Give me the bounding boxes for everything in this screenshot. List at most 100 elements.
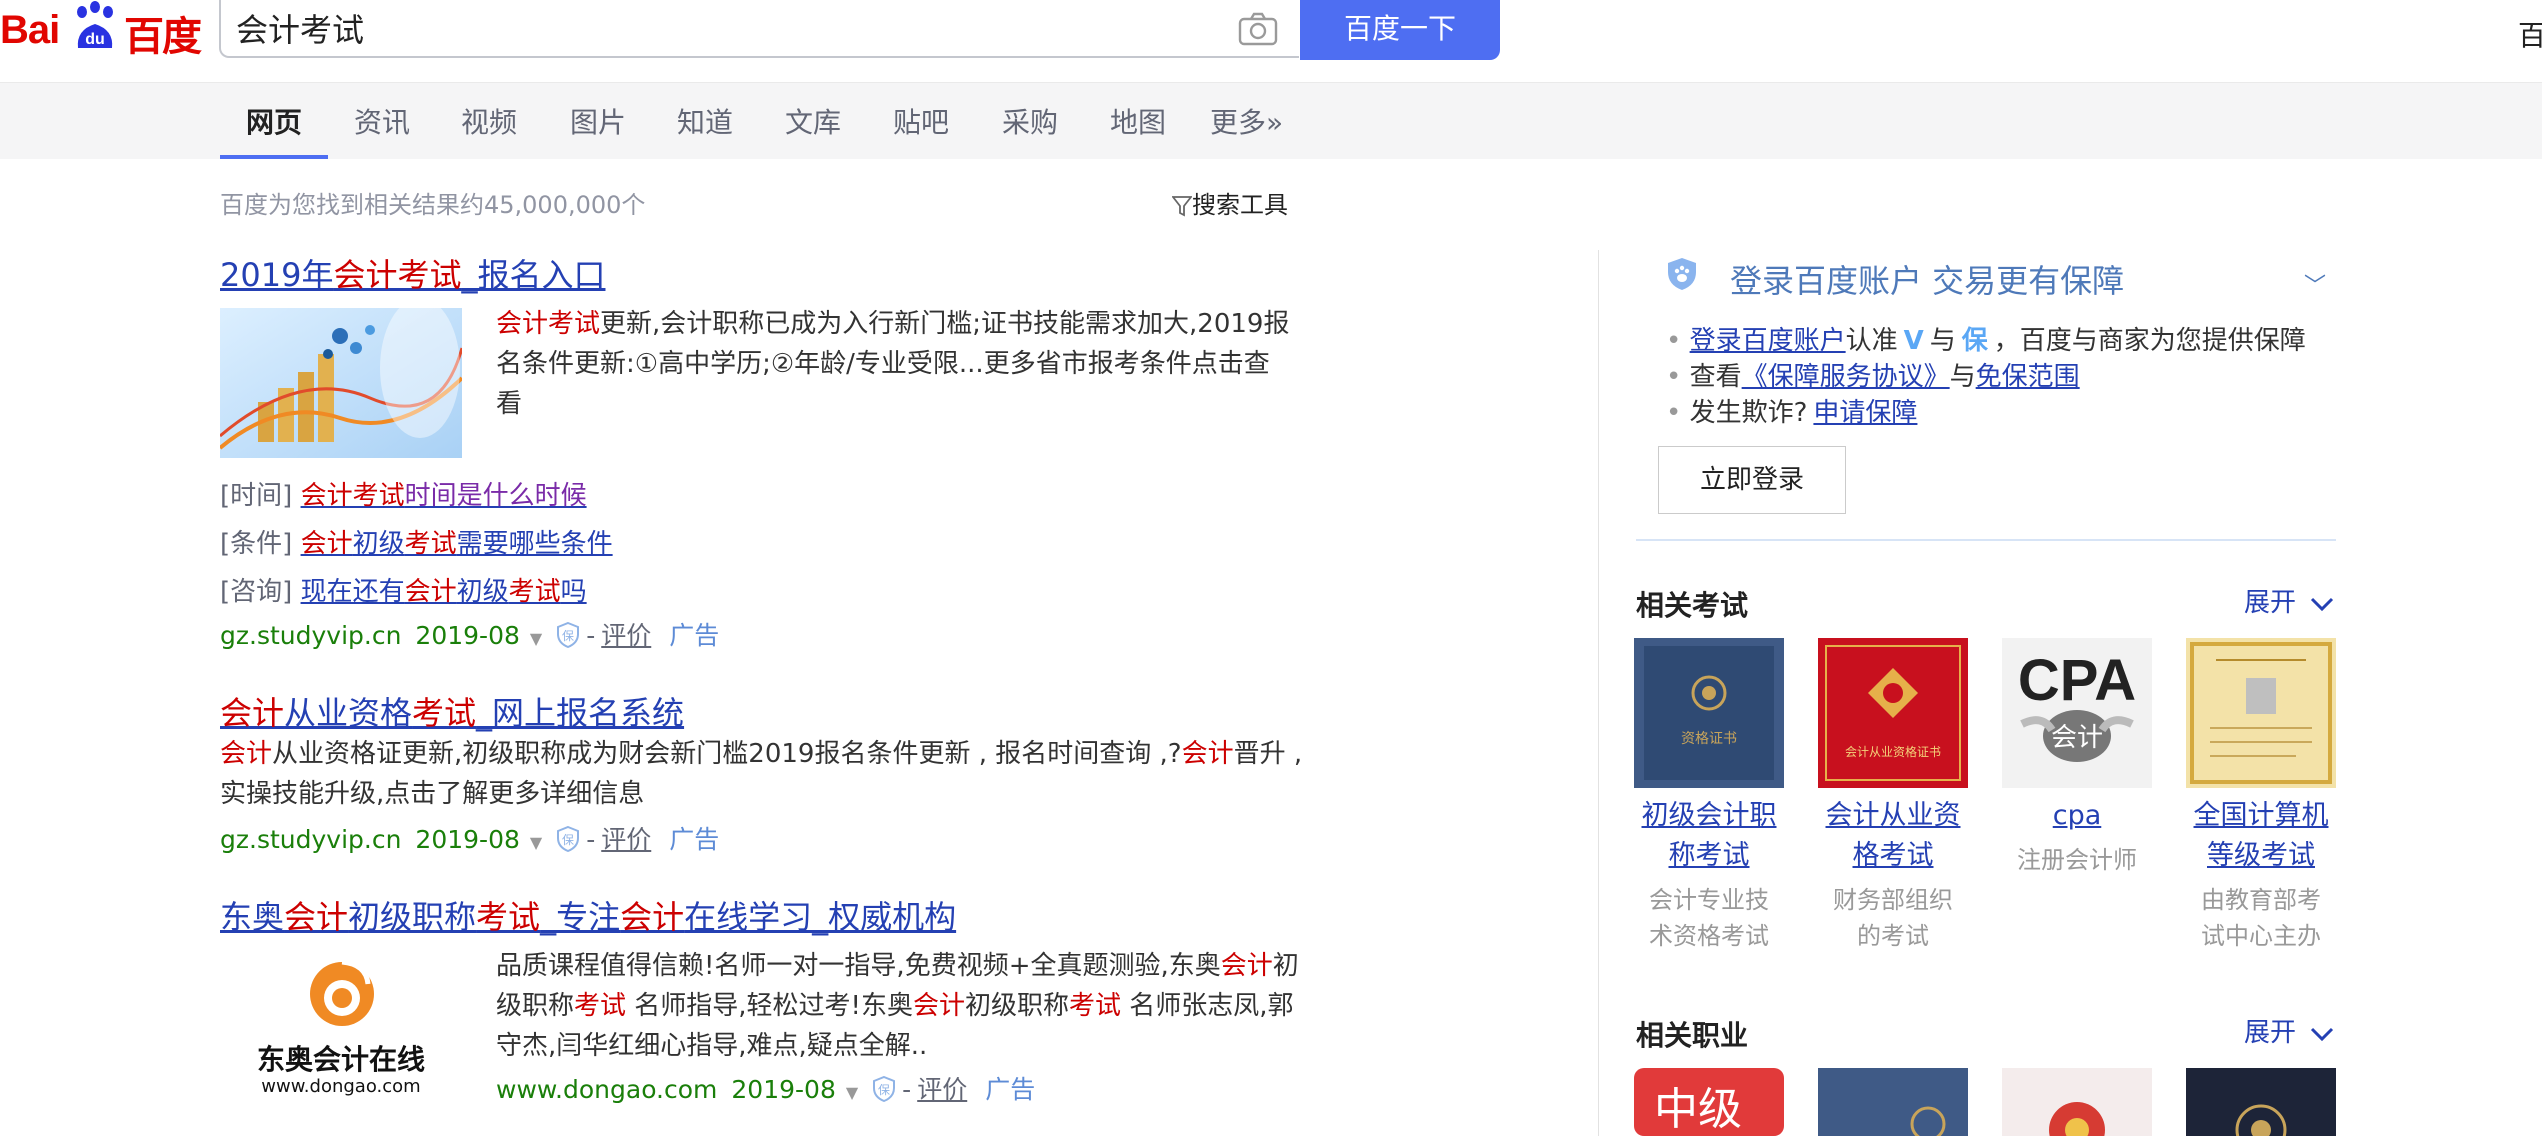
svg-text:保: 保 [878,1083,890,1097]
header: Bai du 百度 百度一下 百 [0,0,2542,82]
bullet: • [1666,362,1682,392]
svg-text:会计从业资格证书: 会计从业资格证书 [1845,744,1941,759]
result-count: 百度为您找到相关结果约45,000,000个 [220,191,646,219]
job-card-1-image[interactable]: 中级 [1634,1068,1784,1136]
evaluate-link[interactable]: 评价 [917,1075,967,1104]
ad-label[interactable]: 广告 [669,825,719,854]
result-url[interactable]: gz.studyvip.cn [220,621,401,650]
login-baidu-account-link[interactable]: 登录百度账户 [1690,326,1846,356]
agreement-link[interactable]: 《保障服务协议》 [1742,362,1950,392]
sublink-condition-link[interactable]: 会计初级考试需要哪些条件 [301,529,613,559]
bullet: • [1666,326,1682,356]
result-1-title[interactable]: 2019年会计考试_报名入口 [220,250,605,296]
sublink-label: [时间] [220,481,293,511]
tab-video[interactable]: 视频 [461,101,517,141]
svg-text:资格证书: 资格证书 [1681,731,1737,747]
tab-zhidao[interactable]: 知道 [677,101,733,141]
dropdown-caret-icon[interactable]: ▼ [846,1083,858,1102]
bao-guarantee-icon[interactable]: 保 [556,826,580,852]
exemption-link[interactable]: 免保范围 [1976,362,2080,392]
bullet: • [1666,398,1682,428]
sublink-consult-link[interactable]: 现在还有会计初级考试吗 [301,577,587,607]
svg-text:中级: 中级 [1654,1084,1742,1135]
separator: - [902,1075,912,1104]
related-exams-expand[interactable]: 展开 [2244,582,2334,619]
exam-card-2-image[interactable]: 会计从业资格证书 [1818,638,1968,788]
exam-card-4-image[interactable] [2186,638,2336,788]
bao-text: ，百度与商家为您提供保障 [1993,326,2306,356]
bao-guarantee-icon[interactable]: 保 [872,1076,896,1102]
title-highlight: 会计考试 [333,256,462,294]
job-card-2-image[interactable] [1818,1068,1968,1136]
result-url[interactable]: www.dongao.com [496,1075,717,1104]
evaluate-link[interactable]: 评价 [601,825,651,854]
filter-icon [1171,196,1193,217]
search-tools-button[interactable]: 搜索工具 [1171,185,1288,220]
login-now-button[interactable]: 立即登录 [1658,446,1846,514]
tab-web[interactable]: 网页 [246,101,302,141]
exam-card-3-image[interactable]: CPA 会计 [2002,638,2152,788]
tab-purchase[interactable]: 采购 [1002,101,1058,141]
camera-icon[interactable] [1238,12,1278,46]
bao-guarantee-icon[interactable]: 保 [556,622,580,648]
title-text: 初级职称 [348,898,477,936]
tab-news[interactable]: 资讯 [354,101,410,141]
tab-map[interactable]: 地图 [1110,101,1166,141]
snippet-text: 实操技能升级,点击了解更多详细信息 [220,779,645,809]
title-highlight: 会计 [220,694,285,732]
paw-icon: du [77,1,113,48]
exam-card-2-name[interactable]: 会计从业资 格考试 [1813,796,1973,876]
evaluate-link[interactable]: 评价 [601,621,651,650]
header-right-link[interactable]: 百 [2518,14,2542,54]
ad-label[interactable]: 广告 [985,1075,1035,1104]
result-2-meta: gz.studyvip.cn 2019-08 ▼ 保 - 评价 广告 [220,820,719,856]
result-1-thumbnail[interactable] [220,308,462,458]
active-tab-underline [220,155,328,159]
search-button[interactable]: 百度一下 [1300,0,1500,60]
tab-images[interactable]: 图片 [570,101,626,141]
result-url[interactable]: gz.studyvip.cn [220,825,401,854]
link-text: 初级 [352,529,405,559]
bao-text: 与 [1949,362,1976,392]
chevron-down-icon[interactable]: ﹀ [2304,268,2326,300]
exam-card-1-image[interactable]: 资格证书 [1634,638,1784,788]
result-2-title[interactable]: 会计从业资格考试_网上报名系统 [220,688,684,734]
search-input[interactable] [236,4,1196,52]
related-jobs-expand[interactable]: 展开 [2244,1012,2334,1049]
right-panel-divider [1598,250,1599,1136]
card-desc-line: 会计专业技 [1649,886,1769,914]
expand-label: 展开 [2244,1018,2297,1048]
snippet-highlight: 会计 [1181,739,1234,769]
job-card-3-image[interactable] [2002,1068,2152,1136]
title-highlight: 考试 [412,694,477,732]
related-jobs-title: 相关职业 [1636,1019,1749,1052]
snippet-highlight: 会计考试 [496,309,601,339]
snippet-text: 名师张志凤,郭 [1121,991,1294,1021]
dropdown-caret-icon[interactable]: ▼ [530,833,542,852]
snippet-text: 初级职称 [965,991,1070,1021]
ad-label[interactable]: 广告 [669,621,719,650]
exam-card-1-desc: 会计专业技 术资格考试 [1639,882,1779,954]
result-3-title[interactable]: 东奥会计初级职称考试_专注会计在线学习_权威机构 [220,892,956,938]
tab-wenku[interactable]: 文库 [785,101,841,141]
dropdown-caret-icon[interactable]: ▼ [530,629,542,648]
exam-card-3-name[interactable]: cpa [1997,796,2157,836]
tab-more[interactable]: 更多» [1210,101,1283,141]
job-card-4-image[interactable] [2186,1068,2336,1136]
exam-card-1-name[interactable]: 初级会计职 称考试 [1629,796,1789,876]
expand-label: 展开 [2244,588,2297,618]
title-text: _报名入口 [461,256,606,294]
bao-title[interactable]: 登录百度账户 交易更有保障 [1730,256,2124,302]
result-3-logo[interactable]: 东奥会计在线 www.dongao.com [220,950,462,1100]
card-desc-line: 试中心主办 [2201,922,2321,950]
exam-card-4-name[interactable]: 全国计算机 等级考试 [2181,796,2341,876]
search-tabs: 网页 资讯 视频 图片 知道 文库 贴吧 采购 地图 更多» [0,82,2542,159]
apply-protection-link[interactable]: 申请保障 [1813,398,1917,428]
result-1-sublink-time: [时间] 会计考试时间是什么时候 [220,475,587,512]
baidu-logo[interactable]: Bai du 百度 [0,0,202,60]
sublink-time-link[interactable]: 会计考试时间是什么时候 [301,481,587,511]
card-desc-line: 财务部组织 [1833,886,1953,914]
title-text: _网上报名系统 [476,694,685,732]
tab-tieba[interactable]: 贴吧 [893,101,949,141]
card-name-line: 格考试 [1852,840,1934,871]
